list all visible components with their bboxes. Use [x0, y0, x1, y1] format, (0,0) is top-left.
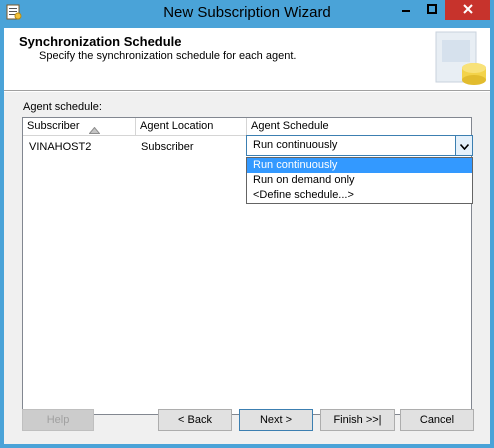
dropdown-toggle-button[interactable] [455, 136, 472, 155]
chevron-down-icon [459, 139, 469, 153]
dropdown-option-run-continuously[interactable]: Run continuously [247, 158, 472, 173]
maximize-icon [427, 3, 437, 17]
minimize-icon [401, 3, 411, 17]
subscriber-cell: VINAHOST2 [29, 141, 92, 153]
close-button[interactable] [445, 0, 490, 20]
grid-header: Subscriber Agent Location Agent Schedule [23, 118, 471, 136]
finish-button[interactable]: Finish >>| [320, 409, 395, 431]
header-divider-highlight [4, 91, 490, 92]
column-header-agent-location[interactable]: Agent Location [136, 118, 247, 136]
agent-location-cell: Subscriber [141, 141, 194, 153]
wizard-header-icon [428, 28, 490, 90]
minimize-button[interactable] [392, 0, 419, 20]
page-subtitle: Specify the synchronization schedule for… [39, 50, 297, 62]
agent-schedule-combobox[interactable]: Run continuously [246, 135, 473, 156]
column-header-subscriber[interactable]: Subscriber [23, 118, 136, 136]
dropdown-option-run-on-demand[interactable]: Run on demand only [247, 173, 472, 188]
wizard-client-area: Synchronization Schedule Specify the syn… [4, 28, 490, 444]
agent-schedule-value: Run continuously [253, 139, 338, 151]
back-button[interactable]: < Back [158, 409, 232, 431]
page-title: Synchronization Schedule [19, 34, 182, 49]
close-icon [462, 3, 474, 18]
column-header-label: Agent Schedule [251, 120, 329, 132]
next-button[interactable]: Next > [239, 409, 313, 431]
column-header-label: Subscriber [27, 120, 80, 132]
cancel-button[interactable]: Cancel [400, 409, 474, 431]
column-header-agent-schedule[interactable]: Agent Schedule [247, 118, 471, 136]
dropdown-option-define-schedule[interactable]: <Define schedule...> [247, 188, 472, 203]
column-header-label: Agent Location [140, 120, 214, 132]
page-header: Synchronization Schedule Specify the syn… [4, 28, 490, 90]
title-bar[interactable]: New Subscription Wizard [0, 0, 494, 28]
maximize-button[interactable] [419, 0, 445, 20]
agent-schedule-dropdown-list[interactable]: Run continuously Run on demand only <Def… [246, 157, 473, 204]
agent-schedule-label: Agent schedule: [23, 101, 102, 113]
help-button[interactable]: Help [22, 409, 94, 431]
wizard-window: New Subscription Wizard Synchronization … [0, 0, 494, 448]
